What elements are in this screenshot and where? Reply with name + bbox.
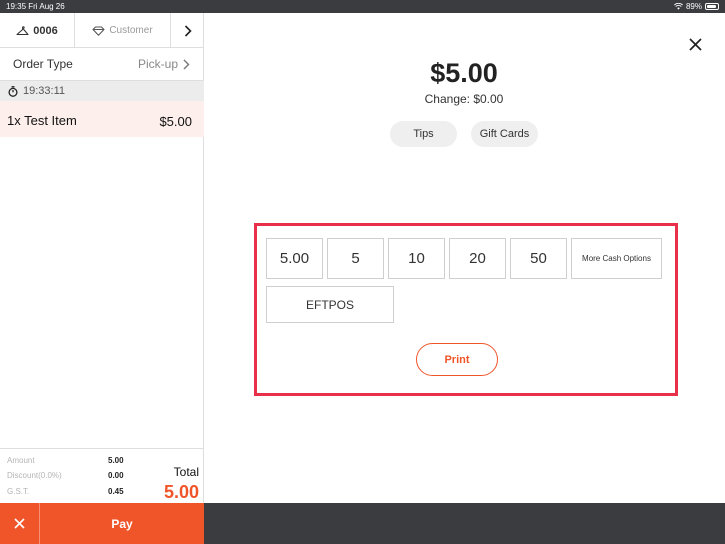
chevron-right-icon <box>183 59 190 69</box>
customer-label: Customer <box>109 25 153 36</box>
order-item-price: $5.00 <box>159 114 192 129</box>
discount-value: 0.00 <box>108 471 124 480</box>
stopwatch-icon <box>8 85 18 97</box>
gst-label: G.S.T. <box>7 487 30 496</box>
order-type-selector[interactable]: Pick-up <box>138 57 190 71</box>
bottom-bar: Pay <box>0 503 725 544</box>
cash-option-button[interactable]: 5 <box>327 238 384 279</box>
close-icon <box>14 518 25 529</box>
order-type-value: Pick-up <box>137 57 178 71</box>
order-number-tab[interactable]: 0006 <box>0 13 75 48</box>
order-next-button[interactable] <box>171 13 204 48</box>
close-icon <box>688 37 702 51</box>
cash-option-button[interactable]: 10 <box>388 238 445 279</box>
order-type-row[interactable]: Order Type Pick-up <box>0 48 204 81</box>
amount-due: $5.00 <box>430 58 498 88</box>
battery-icon <box>705 3 719 10</box>
gift-cards-button[interactable]: Gift Cards <box>471 121 538 147</box>
amount-label: Amount <box>7 456 35 465</box>
discount-label: Discount(0.0%) <box>7 471 62 480</box>
customer-tab[interactable]: Customer <box>75 13 171 48</box>
battery-percent: 89% <box>685 2 702 11</box>
cash-option-button[interactable]: 20 <box>449 238 506 279</box>
order-item-row[interactable]: 1x Test Item $5.00 <box>0 101 204 137</box>
battery-fill <box>707 5 716 8</box>
tips-button[interactable]: Tips <box>390 121 457 147</box>
status-right: 89% <box>674 0 719 13</box>
change-text: Change: $0.00 <box>424 92 504 106</box>
wifi-icon <box>674 3 683 10</box>
order-number: 0006 <box>33 24 58 37</box>
gst-value: 0.45 <box>108 487 124 496</box>
total-value: 5.00 <box>163 482 199 502</box>
pay-area: Pay <box>0 503 204 544</box>
pay-button[interactable]: Pay <box>40 503 204 544</box>
diamond-icon <box>92 25 105 36</box>
order-timer: 19:33:11 <box>0 81 204 101</box>
amount-value: 5.00 <box>108 456 124 465</box>
cash-option-button[interactable]: 50 <box>510 238 567 279</box>
order-panel: 0006 Customer Order Type Pick-up 19:33:1… <box>0 13 204 503</box>
order-type-label: Order Type <box>13 57 73 71</box>
timer-value: 19:33:11 <box>23 85 66 97</box>
hanger-icon <box>16 26 29 36</box>
status-bar: 19:35 Fri Aug 26 89% <box>0 0 725 13</box>
print-button[interactable]: Print <box>416 343 498 376</box>
status-time-date: 19:35 Fri Aug 26 <box>6 2 65 11</box>
close-button[interactable] <box>686 35 704 53</box>
order-summary: Amount 5.00 Discount(0.0%) 0.00 G.S.T. 0… <box>0 448 204 503</box>
eftpos-button[interactable]: EFTPOS <box>266 286 394 323</box>
chevron-right-icon <box>184 24 192 37</box>
cancel-button[interactable] <box>0 503 40 544</box>
cash-option-button[interactable]: 5.00 <box>266 238 323 279</box>
order-item-name: 1x Test Item <box>7 113 77 128</box>
order-tabs: 0006 Customer <box>0 13 204 48</box>
total-label: Total <box>173 465 199 479</box>
more-cash-options-button[interactable]: More Cash Options <box>571 238 662 279</box>
